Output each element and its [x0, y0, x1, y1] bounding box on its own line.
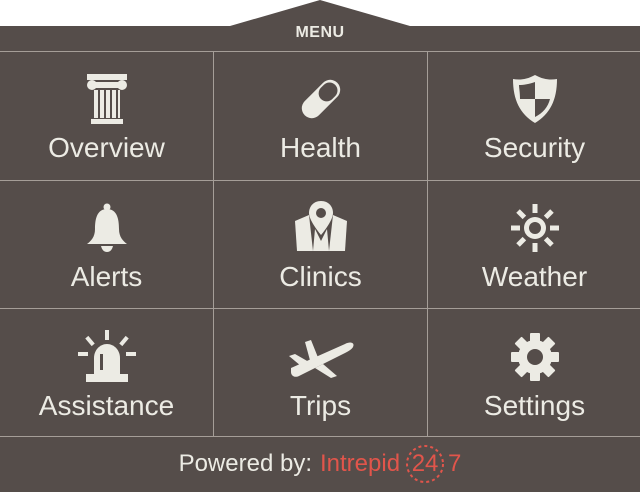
menu-item-label: Health	[280, 132, 361, 163]
menu-item-label: Trips	[289, 390, 352, 421]
grid-divider	[0, 308, 640, 309]
brand-logo: Intrepid 24 7	[320, 444, 461, 484]
menu-item-assistance[interactable]: Assistance	[0, 310, 213, 438]
menu-item-settings[interactable]: Settings	[428, 310, 640, 438]
menu-item-label: Overview	[48, 132, 165, 163]
menu-item-label: Security	[483, 132, 586, 163]
shield-icon	[512, 72, 558, 124]
menu-item-trips[interactable]: Trips	[214, 310, 427, 438]
pillar-icon	[85, 72, 129, 124]
map-pin-icon	[293, 201, 349, 253]
menu-item-label: Assistance	[38, 390, 175, 421]
pill-icon	[296, 72, 346, 124]
brand-name: Intrepid	[319, 450, 401, 477]
menu-item-label: Alerts	[70, 261, 143, 292]
menu-item-clinics[interactable]: Clinics	[214, 181, 427, 309]
grid-divider	[0, 180, 640, 181]
grid-divider	[427, 52, 428, 436]
menu-item-alerts[interactable]: Alerts	[0, 181, 213, 309]
airplane-icon	[285, 330, 357, 382]
siren-icon	[76, 330, 138, 382]
bell-icon	[85, 201, 129, 253]
menu-screen: MENU Overview Health Security Alerts Cli…	[0, 0, 640, 492]
menu-item-label: Settings	[483, 390, 586, 421]
menu-item-label: Weather	[481, 261, 588, 292]
powered-by-label: Powered by:	[178, 450, 312, 477]
menu-title: MENU	[295, 24, 345, 41]
gear-icon	[510, 330, 560, 382]
menu-item-health[interactable]: Health	[214, 52, 427, 180]
menu-item-label: Clinics	[279, 261, 362, 292]
menu-item-weather[interactable]: Weather	[428, 181, 640, 309]
grid-divider	[213, 52, 214, 436]
brand-suffix: 7	[448, 450, 462, 477]
sun-icon	[510, 201, 560, 253]
footer: Powered by: Intrepid 24 7	[0, 436, 640, 492]
menu-item-security[interactable]: Security	[428, 52, 640, 180]
menu-item-overview[interactable]: Overview	[0, 52, 213, 180]
menu-grid: Overview Health Security Alerts Clinics …	[0, 51, 640, 438]
brand-ring: 24	[402, 444, 448, 484]
brand-number: 24	[411, 450, 439, 477]
